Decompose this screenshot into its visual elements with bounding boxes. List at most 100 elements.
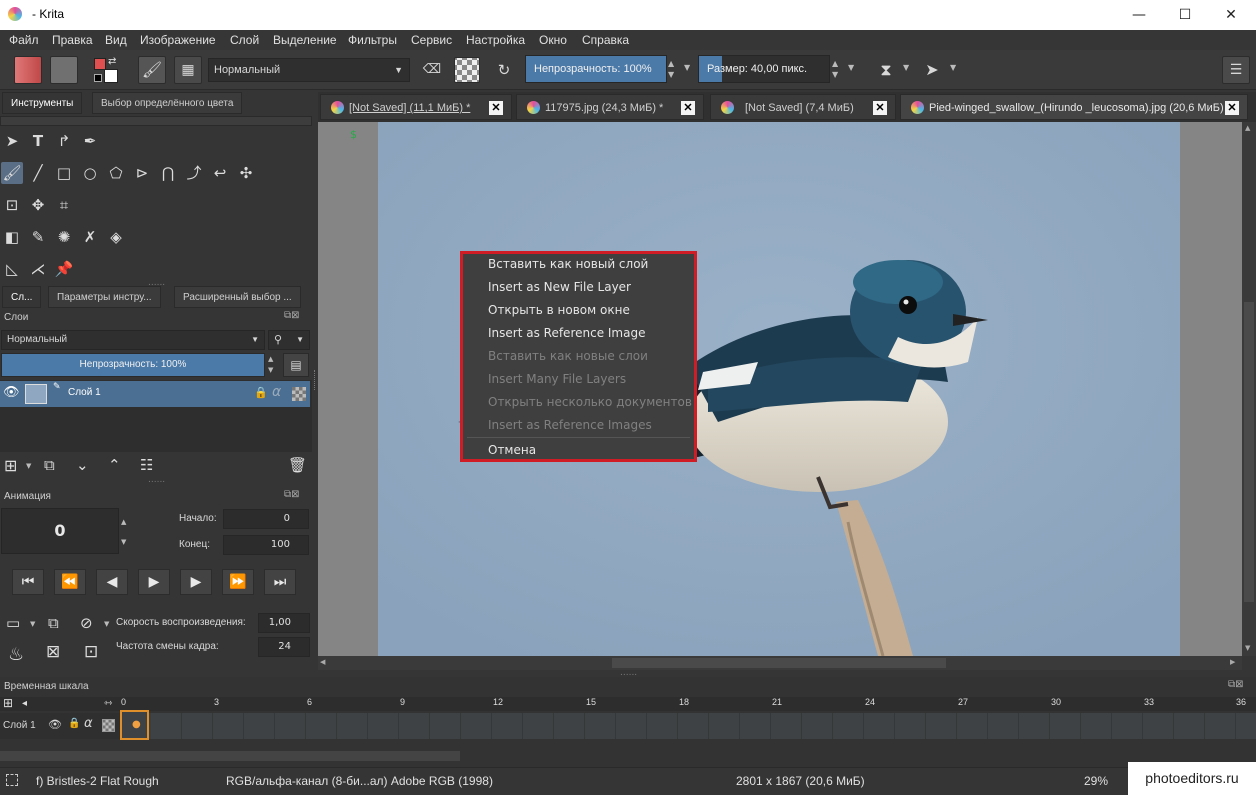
opacity-slider[interactable]: Непрозрачность: 100% <box>525 55 667 83</box>
bezier-tool-icon[interactable]: ⋂ <box>157 162 179 184</box>
timeline-frame-cell[interactable] <box>244 713 275 739</box>
polygon-tool-icon[interactable]: ⬠ <box>105 162 127 184</box>
menu-open-new-window[interactable]: Открыть в новом окне <box>488 303 630 317</box>
menu-help[interactable]: Справка <box>582 33 629 47</box>
transform-tool-icon[interactable]: ⊡ <box>1 194 23 216</box>
end-field[interactable]: 100 <box>223 535 309 555</box>
vertical-scrollbar[interactable]: ▲ ▼ <box>1242 122 1256 656</box>
polyline-tool-icon[interactable]: ⊳ <box>131 162 153 184</box>
layers-filter-button[interactable]: ⚲ ▼ <box>268 330 310 350</box>
timeline-frame-cell[interactable] <box>554 713 585 739</box>
onion-skin-menu-arrow[interactable]: ▼ <box>30 620 35 628</box>
layer-row[interactable]: 👁 ✎ Слой 1 🔒 α <box>0 381 310 407</box>
timeline-frame-cell[interactable] <box>833 713 864 739</box>
timeline-zoom-icon[interactable]: ⇿ <box>104 698 112 709</box>
timeline-audio-icon[interactable]: ◂ <box>22 698 27 709</box>
mirror-horizontal-button[interactable]: ⧗ <box>872 56 900 84</box>
multibrush-icon[interactable]: ✣ <box>235 162 257 184</box>
color-swatches[interactable]: ⇄ <box>94 56 122 84</box>
timeline-add-icon[interactable]: ⊞ <box>3 696 13 710</box>
timeline-frame-cell[interactable] <box>1143 713 1174 739</box>
dock-splitter[interactable] <box>314 370 317 390</box>
horizontal-scrollbar[interactable]: ◀ ▶ <box>318 656 1242 670</box>
close-tab-icon[interactable]: ✕ <box>489 101 503 115</box>
lock-icon[interactable]: 🔒 <box>68 718 80 729</box>
layer-properties-icon[interactable]: ☷ <box>140 456 153 474</box>
timeline-frame-cell[interactable] <box>523 713 554 739</box>
menu-layer[interactable]: Слой <box>230 33 259 47</box>
menu-file[interactable]: Файл <box>9 33 39 47</box>
timeline-frame-cell[interactable] <box>1205 713 1236 739</box>
fill-tool-icon[interactable]: ◈ <box>105 226 127 248</box>
mirror-vertical-button[interactable]: ➤ <box>918 56 946 84</box>
timeline-float-icon[interactable]: ⧉⊠ <box>1228 679 1244 690</box>
next-keyframe-button[interactable]: ⏩ <box>222 569 254 595</box>
docker-menu-button[interactable]: ☰ <box>1222 56 1250 84</box>
timeline-frame-cell[interactable] <box>1112 713 1143 739</box>
timeline-frame-cell[interactable] <box>957 713 988 739</box>
size-slider[interactable]: Размер: 40,00 пикс. <box>698 55 830 83</box>
timeline-frame-cell[interactable] <box>368 713 399 739</box>
timeline-frame-cell[interactable] <box>213 713 244 739</box>
tab-color-selector[interactable]: Выбор определённого цвета <box>92 92 243 114</box>
gradient-tool-icon[interactable]: ◧ <box>1 226 23 248</box>
inherit-alpha-icon[interactable] <box>292 387 306 401</box>
doc-tab-3[interactable]: [Not Saved] (7,4 МиБ) ✕ <box>710 94 896 120</box>
timeline-frame-cell[interactable] <box>895 713 926 739</box>
horizontal-scroll-thumb[interactable] <box>612 658 946 668</box>
timeline-frame-cell[interactable] <box>1236 713 1256 739</box>
inherit-alpha-icon[interactable] <box>102 719 115 732</box>
select-shapes-icon[interactable]: ➤ <box>1 130 23 152</box>
timeline-frame-cell[interactable] <box>771 713 802 739</box>
timeline-frame-cell[interactable] <box>337 713 368 739</box>
menu-paste-new-layer[interactable]: Вставить как новый слой <box>488 257 648 271</box>
timeline-frame-cell[interactable] <box>988 713 1019 739</box>
rectangle-tool-icon[interactable]: □ <box>53 162 75 184</box>
swap-colors-icon[interactable]: ⇄ <box>108 56 116 67</box>
menu-view[interactable]: Вид <box>105 33 127 47</box>
layer-name[interactable]: Слой 1 <box>68 387 101 398</box>
freehand-path-icon[interactable]: ⤴ <box>183 162 205 184</box>
menu-filters[interactable]: Фильтры <box>348 33 397 47</box>
close-tab-icon[interactable]: ✕ <box>873 101 887 115</box>
menu-image[interactable]: Изображение <box>140 33 216 47</box>
start-field[interactable]: 0 <box>223 509 309 529</box>
timeline-frame-cell[interactable] <box>1019 713 1050 739</box>
tab-advanced-color[interactable]: Расширенный выбор ... <box>174 286 301 308</box>
close-tab-icon[interactable]: ✕ <box>1225 101 1239 115</box>
timeline-frame-cell[interactable] <box>678 713 709 739</box>
prev-frame-button[interactable]: ◀ <box>96 569 128 595</box>
brush-settings-button[interactable]: ▦ <box>174 56 202 84</box>
canvas-area[interactable]: $ <box>318 122 1242 656</box>
timeline-frame-cell[interactable] <box>926 713 957 739</box>
splitter-handle-2[interactable]: ...... <box>148 475 165 485</box>
timeline-frame-cell[interactable] <box>182 713 213 739</box>
smart-patch-icon[interactable]: ✺ <box>53 226 75 248</box>
onion-skin-icon[interactable]: ▭ <box>6 614 20 632</box>
colorize-mask-icon[interactable]: ✗ <box>79 226 101 248</box>
play-button[interactable]: ▶ <box>138 569 170 595</box>
scroll-right-icon[interactable]: ▶ <box>1230 658 1235 666</box>
tab-tools[interactable]: Инструменты <box>2 92 83 114</box>
calligraphy-icon[interactable]: ✒ <box>79 130 101 152</box>
brush-preset-button[interactable]: 🖌 <box>138 56 166 84</box>
menu-edit[interactable]: Правка <box>52 33 93 47</box>
timeline-frame-cell[interactable] <box>709 713 740 739</box>
layer-properties-button[interactable]: ▤ <box>283 353 309 377</box>
move-layer-up-icon[interactable]: ⌃ <box>108 456 121 474</box>
doc-tab-1[interactable]: [Not Saved] (11,1 МиБ) * ✕ <box>320 94 512 120</box>
timeline-frame-cell[interactable] <box>399 713 430 739</box>
opacity-menu-arrow[interactable]: ▼ <box>684 63 690 72</box>
layers-panel-float-icon[interactable]: ⧉⊠ <box>284 310 300 321</box>
move-layer-down-icon[interactable]: ⌄ <box>76 456 89 474</box>
last-frame-button[interactable]: ⏭ <box>264 569 296 595</box>
opacity-spin-arrows[interactable]: ▲ ▼ <box>668 58 674 80</box>
reference-pin-icon[interactable]: 📌 <box>53 258 75 280</box>
timeline-frame-cell[interactable] <box>740 713 771 739</box>
size-menu-arrow[interactable]: ▼ <box>848 63 854 72</box>
timeline-layer-header[interactable]: Слой 1 👁 🔒 α <box>0 713 120 739</box>
minimize-button[interactable]: — <box>1116 3 1162 27</box>
timeline-frame-cell[interactable] <box>430 713 461 739</box>
timeline-frame-cell[interactable] <box>151 713 182 739</box>
menu-cancel[interactable]: Отмена <box>488 443 536 457</box>
